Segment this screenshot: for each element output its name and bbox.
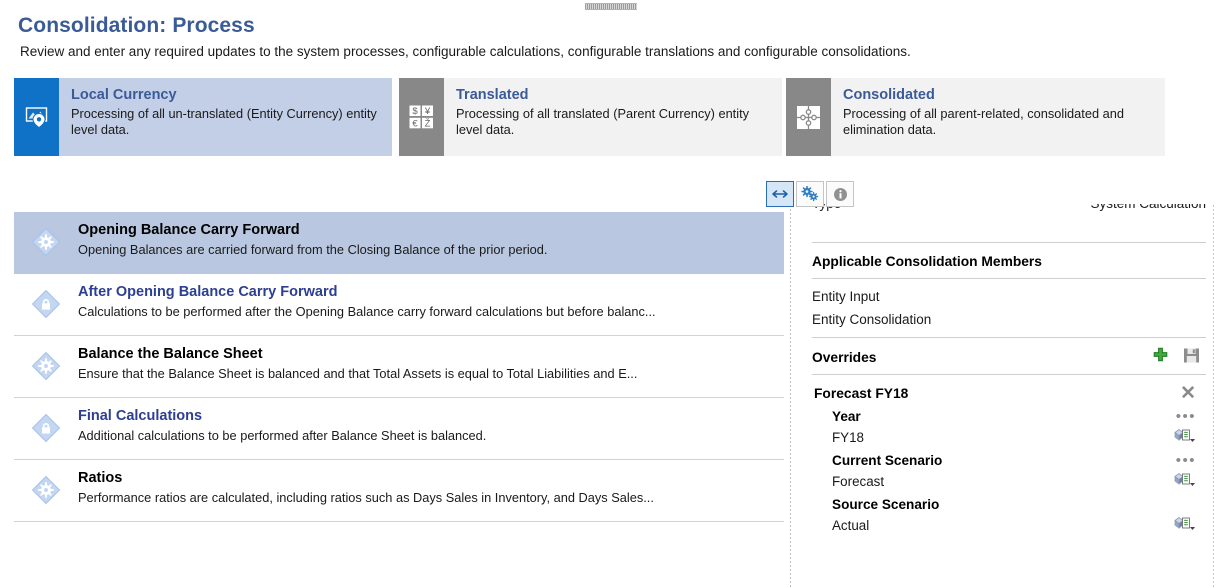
list-item-title[interactable]: After Opening Balance Carry Forward (78, 283, 776, 302)
detail-type-value: System Calculation (1090, 204, 1206, 211)
remove-override-button[interactable]: ✕ (1180, 384, 1196, 403)
card-description: Processing of all parent-related, consol… (842, 106, 1124, 137)
list-item[interactable]: Balance the Balance Sheet Ensure that th… (14, 336, 784, 398)
override-dimension-name: Current Scenario (832, 453, 943, 468)
list-item[interactable]: Opening Balance Carry Forward Opening Ba… (14, 212, 784, 274)
override-dimension-row: Source Scenario (800, 494, 1210, 514)
member-row: Entity Consolidation (800, 308, 1210, 337)
svg-text:¥: ¥ (424, 106, 431, 117)
svg-text:€: € (412, 118, 418, 129)
override-dimension-name: Source Scenario (832, 497, 940, 512)
member-selector-button[interactable] (1174, 472, 1196, 490)
list-item-title: Balance the Balance Sheet (78, 346, 263, 362)
process-card-translated[interactable]: $ ¥ € Ž Translated Processing of all tra… (399, 78, 782, 156)
horizontal-arrows-icon (772, 190, 788, 198)
override-dimension-name: Year (832, 409, 861, 424)
info-button[interactable] (826, 181, 854, 207)
override-value: Forecast (832, 473, 885, 489)
overrides-heading-row: Overrides (800, 338, 1210, 374)
gear-diamond-icon (14, 221, 78, 257)
list-item-description: Additional calculations to be performed … (78, 428, 487, 443)
panel-toolbar (766, 181, 854, 207)
lock-diamond-icon (14, 283, 78, 319)
override-title: Forecast FY18 (814, 386, 909, 401)
gear-diamond-icon (14, 345, 78, 381)
grip-icon (585, 3, 637, 10)
list-item-description: Performance ratios are calculated, inclu… (78, 490, 654, 505)
info-icon (833, 187, 847, 201)
add-override-button[interactable] (1152, 347, 1169, 367)
override-title-row: Forecast FY18 ✕ (800, 381, 1210, 406)
member-selector-button[interactable] (1174, 428, 1196, 446)
override-value: Actual (832, 517, 870, 533)
process-card-group: Local Currency Processing of all un-tran… (14, 78, 1165, 156)
applicable-members-heading-row: Applicable Consolidation Members (800, 243, 1210, 278)
panel-drag-handle[interactable] (0, 0, 1222, 12)
card-title: Consolidated (842, 87, 935, 103)
applicable-members-heading: Applicable Consolidation Members (812, 254, 1042, 269)
override-card: Forecast FY18 ✕ Year ••• FY18 Current Sc (800, 375, 1210, 538)
panel-divider (790, 205, 791, 588)
list-item-title: Ratios (78, 470, 123, 486)
override-value: FY18 (832, 429, 865, 445)
puzzle-icon (785, 78, 831, 156)
member-name: Entity Consolidation (812, 312, 932, 327)
save-overrides-button[interactable] (1183, 347, 1200, 367)
process-detail-panel: Type System Calculation Applicable Conso… (800, 204, 1210, 588)
detail-panel-right-edge (1213, 205, 1214, 588)
card-description: Processing of all translated (Parent Cur… (456, 106, 750, 137)
member-row: Entity Input (800, 279, 1210, 308)
save-disk-icon (1184, 348, 1199, 363)
member-selector-icon (1174, 429, 1195, 442)
list-item-description: Calculations to be performed after the O… (78, 304, 656, 319)
settings-button[interactable] (796, 181, 824, 207)
list-item[interactable]: After Opening Balance Carry Forward Calc… (14, 274, 784, 336)
override-value-row: FY18 (800, 426, 1210, 450)
map-pin-icon (14, 78, 59, 156)
member-selector-button[interactable] (1174, 516, 1196, 534)
expand-collapse-button[interactable] (766, 181, 794, 207)
gear-diamond-icon (14, 469, 78, 505)
process-card-local-currency[interactable]: Local Currency Processing of all un-tran… (14, 78, 392, 156)
override-dimension-row: Year ••• (800, 406, 1210, 426)
member-name: Entity Input (812, 289, 880, 304)
page-subtitle: Review and enter any required updates to… (20, 44, 911, 59)
list-item[interactable]: Ratios Performance ratios are calculated… (14, 460, 784, 522)
list-item-title: Opening Balance Carry Forward (78, 222, 300, 238)
card-title: Local Currency (71, 87, 177, 103)
lock-diamond-icon (14, 407, 78, 443)
card-title: Translated (456, 87, 529, 103)
override-row-menu-button[interactable]: ••• (1176, 409, 1196, 424)
process-list: Opening Balance Carry Forward Opening Ba… (14, 212, 784, 588)
list-item-title[interactable]: Final Calculations (78, 407, 776, 426)
list-item[interactable]: Final Calculations Additional calculatio… (14, 398, 784, 460)
override-dimension-row: Current Scenario ••• (800, 450, 1210, 470)
card-description: Processing of all un-translated (Entity … (71, 106, 377, 137)
override-row-menu-button[interactable]: ••• (1176, 453, 1196, 468)
member-selector-icon (1174, 473, 1195, 486)
list-item-description: Ensure that the Balance Sheet is balance… (78, 366, 638, 381)
plus-icon (1153, 347, 1168, 362)
list-item-description: Opening Balances are carried forward fro… (78, 242, 548, 257)
member-selector-icon (1174, 517, 1195, 530)
svg-text:Ž: Ž (425, 118, 431, 129)
currency-grid-icon: $ ¥ € Ž (399, 78, 444, 156)
process-card-consolidated[interactable]: Consolidated Processing of all parent-re… (785, 78, 1165, 156)
override-value-row: Forecast (800, 470, 1210, 494)
overrides-heading: Overrides (812, 349, 877, 365)
detail-type-row: Type System Calculation (800, 204, 1210, 218)
svg-text:$: $ (412, 106, 418, 117)
gears-icon (801, 186, 819, 202)
page-title: Consolidation: Process (18, 14, 255, 37)
override-value-row: Actual (800, 514, 1210, 538)
